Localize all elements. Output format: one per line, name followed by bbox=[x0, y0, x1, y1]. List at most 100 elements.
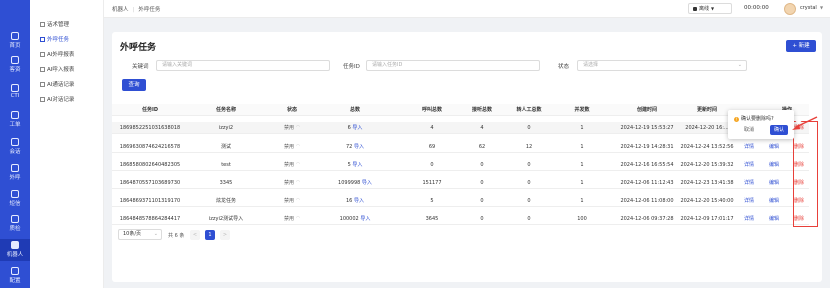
total-cell: 6 导入 bbox=[330, 122, 380, 134]
detail-link[interactable]: 详情 bbox=[742, 177, 756, 189]
rail-item-cti[interactable]: CTI bbox=[0, 82, 30, 104]
rail-item-sms[interactable]: 短信 bbox=[0, 188, 30, 210]
rail-label: 外呼 bbox=[9, 175, 21, 181]
agent-status-select[interactable]: 离线 ▼ bbox=[688, 3, 732, 14]
created-cell: 2024-12-06 11:08:00 bbox=[620, 198, 674, 204]
import-link[interactable]: 导入 bbox=[352, 162, 362, 168]
chevron-down-icon: ▼ bbox=[711, 6, 715, 11]
rail-label: 首页 bbox=[9, 43, 21, 49]
updated-cell: 2024-12-20 15:40:00 bbox=[680, 198, 734, 204]
calls-cell: 69 bbox=[428, 144, 436, 150]
status-cell[interactable]: 禁用 ⌒ bbox=[272, 159, 312, 171]
delete-column-highlight bbox=[793, 121, 818, 227]
submenu-ai-inbound-report[interactable]: AI呼入报表 bbox=[40, 65, 74, 75]
task-id-input[interactable]: 请输入任务ID bbox=[366, 60, 540, 71]
updated-cell: 2024-12-09 17:01:17 bbox=[680, 216, 734, 222]
page-size-select[interactable]: 10条/页 ⌄ bbox=[118, 229, 162, 240]
total-cell: 16 导入 bbox=[330, 195, 380, 207]
submenu-script-management[interactable]: 话术管理 bbox=[40, 20, 69, 30]
total-value: 5 bbox=[347, 162, 351, 168]
rail-item-outbound[interactable]: 外呼 bbox=[0, 162, 30, 184]
total-value: 6 bbox=[347, 125, 351, 131]
avatar[interactable] bbox=[784, 3, 796, 15]
rail-item-home[interactable]: 首页 bbox=[0, 30, 30, 52]
prev-page-button[interactable]: < bbox=[190, 230, 200, 240]
rail-item-chat[interactable]: 会话 bbox=[0, 136, 30, 158]
answered-cell: 4 bbox=[480, 125, 484, 131]
chevron-down-icon[interactable]: ▼ bbox=[820, 5, 823, 10]
updated-cell: 2024-12-23 13:41:38 bbox=[680, 180, 734, 186]
customers-icon bbox=[11, 56, 19, 64]
column-header: 状态 bbox=[286, 107, 297, 113]
edit-link[interactable]: 编辑 bbox=[767, 177, 781, 189]
detail-link[interactable]: 详情 bbox=[742, 213, 756, 225]
total-cell: 1099998 导入 bbox=[330, 177, 380, 189]
rail-item-settings[interactable]: 配置 bbox=[0, 265, 30, 287]
transfer-cell: 12 bbox=[525, 144, 533, 150]
status-value: 禁用 bbox=[283, 198, 294, 204]
submenu-label: AI呼入报表 bbox=[47, 67, 75, 73]
edit-link[interactable]: 编辑 bbox=[767, 159, 781, 171]
rail-item-tickets[interactable]: 工单 bbox=[0, 109, 30, 131]
calls-cell: 5 bbox=[430, 198, 434, 204]
username[interactable]: crystal bbox=[800, 5, 817, 11]
rail-label: 质检 bbox=[9, 226, 21, 232]
table-header: 任务ID 任务名称 状态 总数 呼叫总数 接听总数 转人工总数 并发数 创建时间… bbox=[112, 104, 809, 116]
menu-square-icon bbox=[40, 36, 45, 42]
submenu-ai-call-records[interactable]: AI通话记录 bbox=[40, 80, 74, 90]
task-id-cell: 1869852251031638018 bbox=[119, 125, 181, 131]
detail-link[interactable]: 详情 bbox=[742, 159, 756, 171]
chat-icon bbox=[11, 138, 19, 146]
query-button[interactable]: 查询 bbox=[122, 79, 146, 91]
keyword-input[interactable]: 请输入关键词 bbox=[156, 60, 330, 71]
new-task-button[interactable]: + 新建 bbox=[786, 40, 816, 52]
submenu-ai-outbound-report[interactable]: AI外呼报表 bbox=[40, 50, 74, 60]
table-row: 1868580802640482305 test 禁用 ⌒ 5 导入 0 0 0 … bbox=[112, 159, 809, 171]
rail-item-customers[interactable]: 客资 bbox=[0, 54, 30, 76]
status-cell[interactable]: 禁用 ⌒ bbox=[272, 177, 312, 189]
submenu-outbound-tasks[interactable]: 外呼任务 bbox=[40, 35, 69, 45]
column-header: 创建时间 bbox=[636, 107, 657, 113]
import-link[interactable]: 导入 bbox=[360, 216, 370, 222]
toggle-icon: ⌒ bbox=[296, 125, 300, 130]
ticket-icon bbox=[11, 111, 19, 119]
import-link[interactable]: 导入 bbox=[354, 144, 364, 150]
table-row: 1864869371101319170 炫龙任务 禁用 ⌒ 16 导入 5 0 0… bbox=[112, 195, 809, 207]
edit-link[interactable]: 编辑 bbox=[767, 213, 781, 225]
submenu-label: AI外呼报表 bbox=[47, 52, 75, 58]
chevron-down-icon: ⌄ bbox=[153, 231, 158, 237]
status-cell[interactable]: 禁用 ⌒ bbox=[272, 213, 312, 225]
status-cell[interactable]: 禁用 ⌒ bbox=[272, 122, 312, 134]
toggle-icon: ⌒ bbox=[296, 180, 300, 185]
cti-icon bbox=[11, 84, 19, 92]
rail-label: 客资 bbox=[9, 67, 21, 73]
status-cell[interactable]: 禁用 ⌒ bbox=[272, 195, 312, 207]
main-nav-rail: 首页 客资 CTI 工单 会话 外呼 短信 质检 机器人 配置 bbox=[0, 0, 30, 288]
submenu-ai-dialog-records[interactable]: AI对话记录 bbox=[40, 95, 74, 105]
import-link[interactable]: 导入 bbox=[354, 198, 364, 204]
edit-link[interactable]: 编辑 bbox=[767, 141, 781, 153]
task-list-card: 外呼任务 + 新建 关键词 请输入关键词 任务ID 请输入任务ID 状态 请选择… bbox=[112, 32, 822, 282]
detail-link[interactable]: 详情 bbox=[742, 195, 756, 207]
rail-item-robot[interactable]: 机器人 bbox=[0, 239, 30, 261]
total-value: 16 bbox=[346, 198, 353, 204]
total-value: 1099998 bbox=[338, 180, 361, 186]
concurrency-cell: 1 bbox=[580, 162, 584, 168]
next-page-button[interactable]: > bbox=[220, 230, 230, 240]
import-link[interactable]: 导入 bbox=[362, 180, 372, 186]
edit-link[interactable]: 编辑 bbox=[767, 195, 781, 207]
popconfirm-cancel-button[interactable]: 取消 bbox=[744, 126, 754, 133]
breadcrumb-root[interactable]: 机器人 bbox=[112, 7, 129, 13]
detail-link[interactable]: 详情 bbox=[742, 141, 756, 153]
popconfirm-ok-button[interactable]: 确认 bbox=[770, 125, 788, 135]
status-cell[interactable]: 禁用 ⌒ bbox=[272, 141, 312, 153]
answered-cell: 0 bbox=[480, 180, 484, 186]
page-button-current[interactable]: 1 bbox=[205, 230, 215, 240]
total-cell: 72 导入 bbox=[330, 141, 380, 153]
import-link[interactable]: 导入 bbox=[352, 125, 362, 131]
rail-item-quality[interactable]: 质检 bbox=[0, 213, 30, 235]
status-filter-select[interactable]: 请选择 ⌄ bbox=[577, 60, 747, 71]
robot-icon bbox=[11, 241, 19, 249]
total-cell: 5 导入 bbox=[330, 159, 380, 171]
submenu-label: AI通话记录 bbox=[47, 82, 75, 88]
